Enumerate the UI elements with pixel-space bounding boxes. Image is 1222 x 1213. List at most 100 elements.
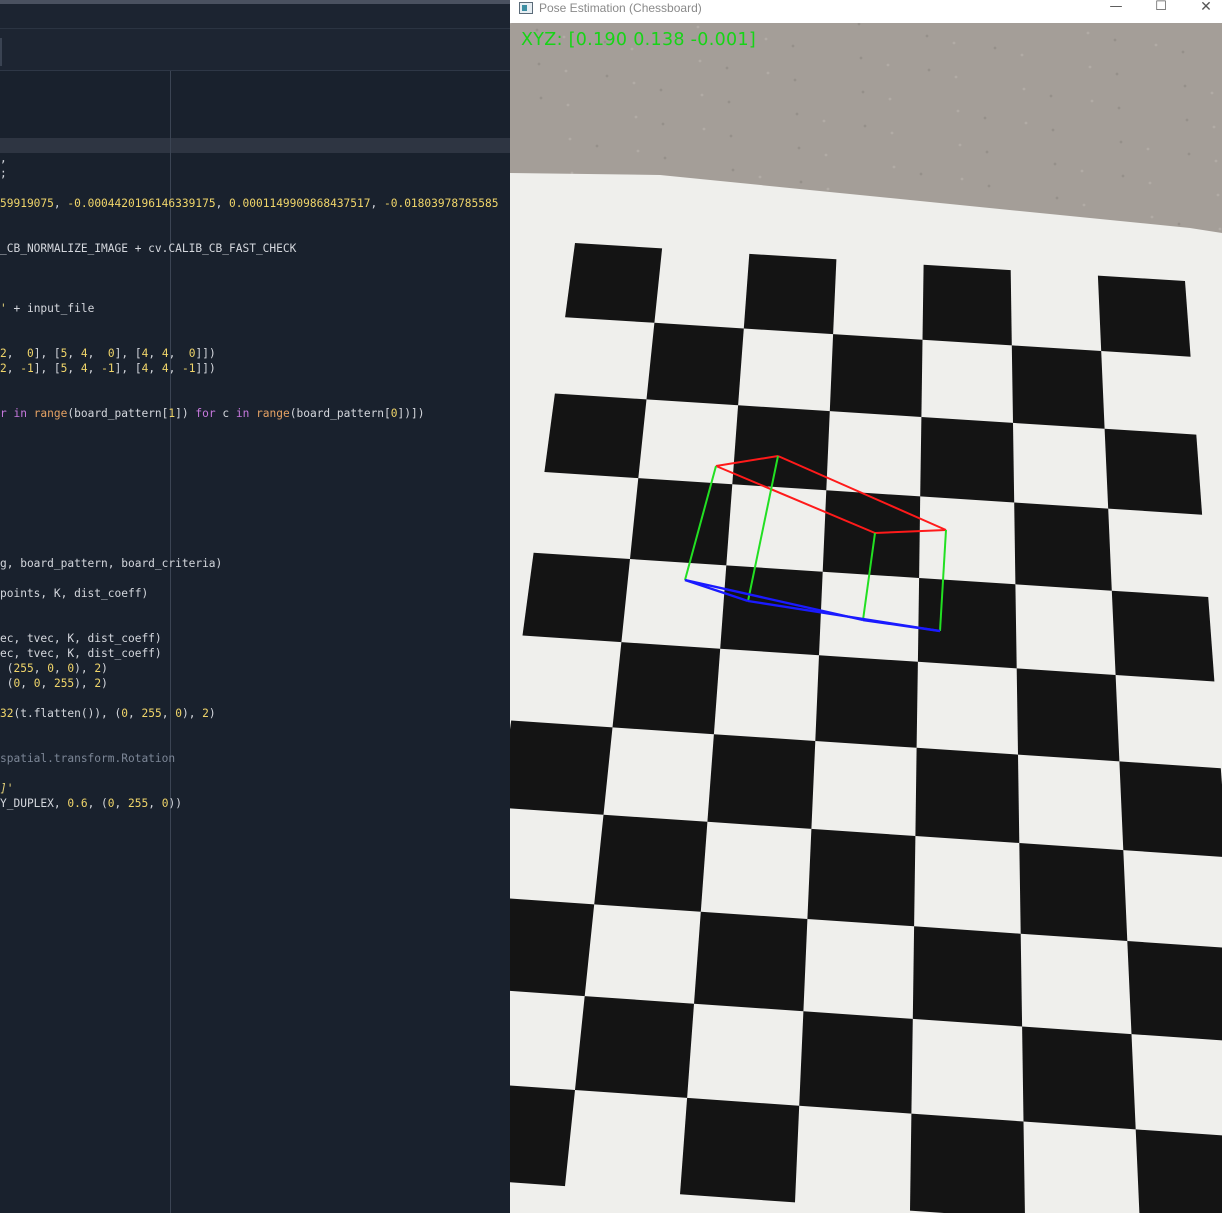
carpet-speck <box>1177 222 1181 226</box>
code-line: (255, 0, 0), 2) <box>0 661 108 676</box>
carpet-speck <box>993 46 997 50</box>
code-token: -0.0004420196146339175 <box>67 197 216 210</box>
carpet-speck <box>764 37 768 41</box>
code-line: ; <box>0 166 7 181</box>
carpet-speck <box>927 68 931 72</box>
carpet-speck <box>1210 91 1214 95</box>
carpet-speck <box>1218 227 1222 231</box>
board-square-black <box>922 264 1012 346</box>
code-token: _CB_NORMALIZE_IMAGE + cv.CALIB_CB_FAST_C… <box>0 242 297 255</box>
board-square-black <box>612 642 721 735</box>
carpet-speck <box>799 180 803 184</box>
carpet-speck <box>702 127 706 131</box>
code-line: Y_DUPLEX, 0.6, (0, 255, 0)) <box>0 796 182 811</box>
carpet-speck <box>919 172 923 176</box>
code-token: (board_pattern[ <box>289 407 391 420</box>
close-button[interactable]: ✕ <box>1186 0 1222 16</box>
code-token: , <box>148 362 162 375</box>
carpet-speck <box>1086 31 1090 35</box>
code-line: points, K, dist_coeff) <box>0 586 148 601</box>
code-token: 2 <box>202 707 209 720</box>
board-square-black <box>910 1113 1025 1213</box>
code-token: , <box>215 197 230 210</box>
code-token: in <box>235 407 250 420</box>
code-token: , <box>67 347 81 360</box>
camera-frame: XYZ: [0.190 0.138 -0.001] <box>510 23 1222 1213</box>
carpet-speck <box>983 116 987 120</box>
carpet-speck <box>985 150 989 154</box>
pose-estimation-window[interactable]: Pose Estimation (Chessboard) — ☐ ✕ XYZ: … <box>510 0 1222 1213</box>
carpet-speck <box>1055 196 1059 200</box>
code-token: , <box>114 797 129 810</box>
code-line: , <box>0 151 7 166</box>
carpet-speck <box>661 122 665 126</box>
code-token: ]) <box>175 407 196 420</box>
code-token: 0 <box>390 407 398 420</box>
board-square-black <box>510 720 613 815</box>
code-token: spatial.transform.Rotation <box>0 752 176 765</box>
board-square-black <box>1111 590 1215 682</box>
carpet-speck <box>888 97 892 101</box>
code-line: ]' <box>0 781 13 796</box>
carpet-speck <box>700 93 704 97</box>
code-token: 0 <box>26 347 34 360</box>
carpet-speck <box>1082 203 1086 207</box>
board-square-black <box>510 1085 575 1187</box>
code-token: 0 <box>188 347 196 360</box>
board-square-black <box>920 417 1015 503</box>
code-token: r in <box>0 407 34 420</box>
carpet-speck <box>1185 118 1189 122</box>
maximize-button[interactable]: ☐ <box>1141 0 1181 16</box>
carpet-speck <box>1181 50 1185 54</box>
board-square-black <box>1104 428 1203 515</box>
board-square-black <box>912 926 1023 1027</box>
carpet-speck <box>826 187 830 191</box>
minimize-button[interactable]: — <box>1096 0 1136 16</box>
carpet-speck <box>987 184 991 188</box>
code-token: c <box>215 407 236 420</box>
carpet-speck <box>766 71 770 75</box>
editor-tab-bar[interactable] <box>0 28 510 71</box>
carpet-speck <box>731 168 735 172</box>
board-square-black <box>594 814 708 912</box>
code-token: 0 <box>47 662 54 675</box>
board-square-black <box>915 747 1020 843</box>
window-title: Pose Estimation (Chessboard) <box>539 1 702 15</box>
carpet-speck <box>729 134 733 138</box>
carpet-speck <box>1088 65 1092 69</box>
code-token: ) <box>101 677 108 690</box>
code-token: 4 <box>161 362 169 375</box>
code-token: , <box>6 362 21 375</box>
code-token: , <box>168 347 189 360</box>
code-line: ec, tvec, K, dist_coeff) <box>0 646 162 661</box>
code-token: Y_DUPLEX, <box>0 797 68 810</box>
carpet-speck <box>1024 121 1028 125</box>
carpet-speck <box>632 81 636 85</box>
code-token: 2 <box>0 347 7 360</box>
carpet-speck <box>1117 106 1121 110</box>
code-token: (board_pattern[ <box>67 407 169 420</box>
code-token: , <box>53 197 68 210</box>
carpet-speck <box>566 103 570 107</box>
carpet-speck <box>861 90 865 94</box>
board-square-black <box>1097 275 1191 357</box>
board-square-black <box>630 478 733 566</box>
carpet-speck <box>793 78 797 82</box>
carpet-speck <box>1119 140 1123 144</box>
carpet-speck <box>791 44 795 48</box>
code-editor[interactable]: ,; 59919075, -0.0004420196146339175, 0.00… <box>0 0 510 1213</box>
carpet-speck <box>892 165 896 169</box>
code-token: ])]) <box>397 407 425 420</box>
code-token: ], [ <box>114 362 142 375</box>
code-line: 2, 0], [5, 4, 0], [4, 4, 0]]) <box>0 346 216 361</box>
window-titlebar[interactable]: Pose Estimation (Chessboard) — ☐ ✕ <box>510 0 1222 23</box>
carpet-speck <box>1146 147 1150 151</box>
carpet-speck <box>727 100 731 104</box>
board-square-black <box>829 334 923 417</box>
code-token: points, K, dist_coeff) <box>0 587 149 600</box>
carpet-speck <box>698 59 702 63</box>
code-token: ], [ <box>33 347 61 360</box>
carpet-speck <box>636 149 640 153</box>
code-line: ' + input_file <box>0 301 94 316</box>
editor-tab[interactable] <box>0 38 2 66</box>
